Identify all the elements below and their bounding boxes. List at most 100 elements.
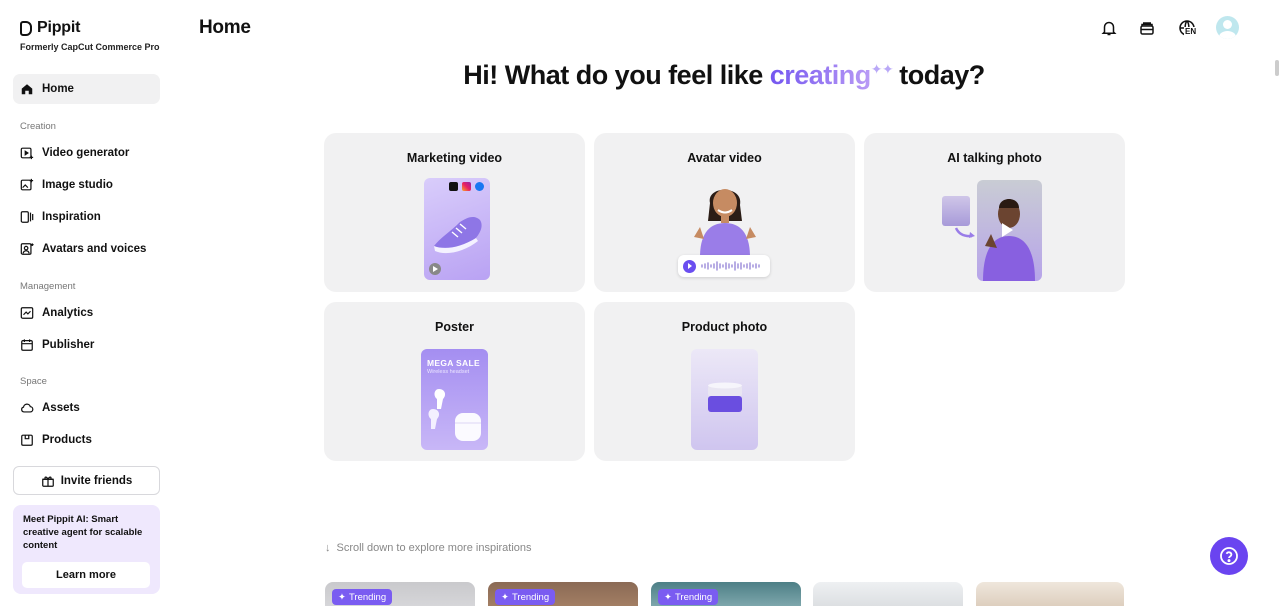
sidebar-item-label: Publisher [42,339,95,351]
card-title: AI talking photo [947,151,1042,165]
inspiration-tile[interactable] [813,582,963,606]
poster-headline: MEGA SALE [427,358,480,368]
brand-subtitle: Formerly CapCut Commerce Pro [20,42,160,52]
user-avatar[interactable] [1216,16,1239,39]
avatar-video-thumbnail [674,177,774,283]
earbuds-image [428,389,481,441]
brand-name: Pippit [37,19,81,36]
scrollbar-thumb[interactable] [1275,60,1279,76]
sidebar: Pippit Formerly CapCut Commerce Pro Home… [0,0,174,606]
product-photo-thumbnail [691,349,758,450]
sidebar-item-label: Home [42,83,74,95]
avatar-person-image [694,189,756,257]
promo-card: Meet Pippit AI: Smart creative agent for… [13,505,160,594]
sparkle-icon: ✦ [664,591,672,603]
inspiration-tile[interactable] [976,582,1124,606]
sparkle-icon: ✦ [338,591,346,603]
inspiration-tile[interactable]: ✦ Trending [651,582,801,606]
card-title: Marketing video [406,151,503,165]
audio-waveform-player[interactable] [678,255,770,277]
arrow-icon [954,227,975,238]
tiktok-icon [449,182,458,191]
sidebar-item-analytics[interactable]: Analytics [13,298,160,328]
section-label-management: Management [20,281,76,292]
avatar-icon [20,242,34,256]
instagram-icon [462,182,471,191]
sidebar-item-label: Avatars and voices [42,243,147,255]
hero-accent: creating [769,60,872,90]
card-ai-talking-photo[interactable]: AI talking photo [864,133,1125,292]
invite-friends-button[interactable]: Invite friends [13,466,160,495]
cream-jar-image [708,382,742,412]
top-toolbar: EN [1098,16,1239,39]
inspiration-tile[interactable]: ✦ Trending [488,582,638,606]
sidebar-item-home[interactable]: Home [13,74,160,104]
image-plus-icon [20,178,34,192]
sidebar-item-inspiration[interactable]: Inspiration [13,202,160,232]
sidebar-item-label: Products [42,434,92,446]
wallet-icon[interactable] [1136,17,1158,39]
trending-label: Trending [674,591,713,603]
sidebar-item-assets[interactable]: Assets [13,393,160,423]
bell-icon[interactable] [1098,17,1120,39]
trending-badge: ✦ Trending [495,589,556,605]
card-title: Poster [435,320,474,334]
card-product-photo[interactable]: Product photo [594,302,855,461]
section-label-space: Space [20,376,47,387]
box-icon [20,433,34,447]
learn-more-button[interactable]: Learn more [22,562,150,588]
poster-thumbnail: MEGA SALE Wireless headset [421,349,488,450]
sneaker-image [434,216,482,254]
card-title: Avatar video [687,151,762,165]
video-plus-icon [20,146,34,160]
brand-logo[interactable]: Pippit [20,19,80,37]
arrow-down-icon: ↓ [325,542,331,554]
poster-subheadline: Wireless headset [427,369,470,375]
home-icon [20,82,34,96]
waveform-icon [701,261,760,271]
analytics-icon [20,306,34,320]
question-icon [1220,547,1238,565]
scroll-hint-text: Scroll down to explore more inspirations [336,542,532,554]
sidebar-item-label: Video generator [42,147,130,159]
sidebar-item-products[interactable]: Products [13,425,160,455]
hero-prefix: Hi! What do you feel like [463,60,770,90]
promo-text: Meet Pippit AI: Smart creative agent for… [23,514,143,551]
trending-label: Trending [348,591,387,603]
trending-badge: ✦ Trending [658,589,719,605]
sidebar-item-avatars-and-voices[interactable]: Avatars and voices [13,234,160,264]
help-button[interactable] [1210,537,1248,575]
inspiration-tile[interactable]: ✦ Trending [325,582,475,606]
talking-photo-image [977,180,1042,281]
ai-talking-photo-thumbnail [942,178,1052,282]
card-avatar-video[interactable]: Avatar video [594,133,855,292]
play-icon [429,263,441,275]
language-selector[interactable]: EN [1174,17,1200,39]
card-marketing-video[interactable]: Marketing video [324,133,585,292]
sidebar-item-label: Analytics [42,307,94,319]
sidebar-item-publisher[interactable]: Publisher [13,330,160,360]
source-photo-image [942,196,970,226]
section-label-creation: Creation [20,121,56,132]
pippit-logo-icon [20,20,32,36]
sidebar-item-video-generator[interactable]: Video generator [13,138,160,168]
sparkle-icon: ✦ [501,591,509,603]
sparkle-icon: ✦✦ [870,61,894,77]
card-title: Product photo [681,320,768,334]
marketing-video-thumbnail [424,178,490,280]
calendar-icon [20,338,34,352]
card-poster[interactable]: Poster MEGA SALE Wireless headset [324,302,585,461]
hero-suffix: today? [899,60,985,90]
sidebar-item-label: Assets [42,402,80,414]
cloud-icon [20,401,34,415]
app-root: Pippit Formerly CapCut Commerce Pro Home… [0,0,1279,606]
gift-icon [41,474,55,488]
hero-heading: Hi! What do you feel like creating✦✦ toda… [324,60,1124,91]
sidebar-item-image-studio[interactable]: Image studio [13,170,160,200]
play-icon [683,259,696,273]
sidebar-item-label: Image studio [42,179,113,191]
page-title: Home [199,17,251,38]
inspiration-icon [20,210,34,224]
sidebar-item-label: Inspiration [42,211,101,223]
trending-badge: ✦ Trending [332,589,393,605]
